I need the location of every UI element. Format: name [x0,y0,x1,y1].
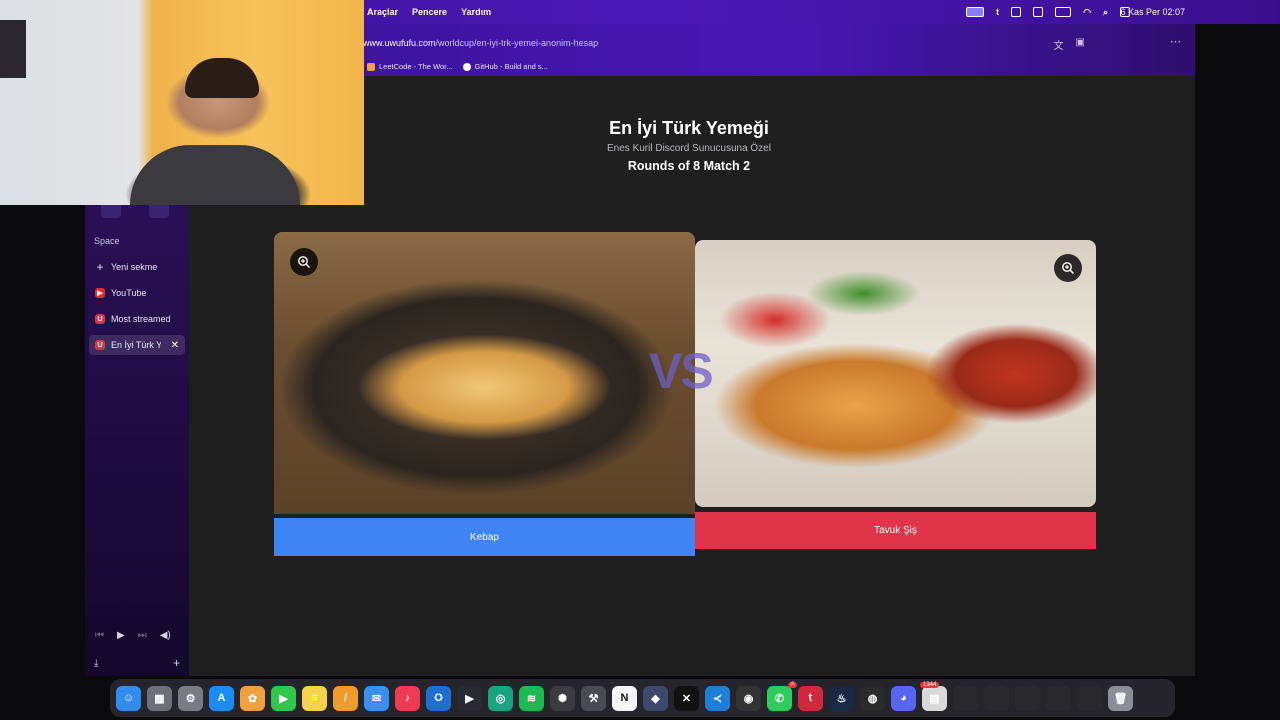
sidebar-item-en-iyi-turk[interactable]: U En İyi Türk Y ✕ [89,335,185,355]
bookmarks-bar: LeetCode - The Wor... GitHub - Build and… [367,62,548,71]
app-store-icon[interactable]: A [209,685,234,711]
obs-icon[interactable]: ◉ [736,685,761,711]
mail-icon[interactable]: ✉ [364,685,389,711]
add-space-icon[interactable]: + [173,656,180,670]
url-domain: www.uwufufu.com [363,38,436,48]
whatsapp-icon[interactable]: ✆ [767,685,792,711]
obs-studio-icon[interactable]: ◍ [860,685,885,711]
uwufufu-icon: U [95,314,105,324]
sidebar-item-label: Yeni sekme [111,262,158,272]
menu-tools[interactable]: Araçlar [367,7,398,17]
sidebar-item-label: Most streamed [111,314,171,324]
menu-help[interactable]: Yardım [461,7,491,17]
search-icon[interactable]: ⌕ [1103,7,1108,18]
download-icon[interactable]: ⤓ [94,658,98,669]
translate-icon[interactable]: 文 [1054,37,1064,52]
space-label: Space [94,236,120,246]
notion-status-icon[interactable] [1033,7,1044,17]
volume-icon[interactable]: ◀) [160,630,171,641]
zoom-in-icon[interactable] [290,248,318,276]
dock: ☺ ▦ ⚙ A ✿ ▶ ≡ / ✉ ♪ O ▶ ◎ ≋ ✺ ⚒ N ◆ ✕ ≺ ◉ ✆ t ♨ ◍ ◕ ▤ 🗑 [110,679,1175,717]
webcam-overlay [0,0,364,205]
status-icons: t ◠ ⌕ [966,7,1130,100]
spotify-icon[interactable]: ≋ [519,685,544,711]
youtube-icon: ▶ [95,288,105,298]
window-thumb-1-icon[interactable] [953,685,978,711]
finder-icon[interactable]: ☺ [116,685,141,711]
reader-icon[interactable]: ▣ [1076,37,1085,52]
facetime-icon[interactable]: ▶ [271,685,296,711]
sidebar-item-label: En İyi Türk Y [111,340,161,350]
wifi-icon[interactable]: ◠ [1083,7,1091,18]
vs-label: VS [649,343,714,399]
url-path: /worldcup/en-iyi-trk-yemei-anonim-hesap [435,38,599,48]
tumblr-icon[interactable]: t [798,685,823,711]
terminal-icon[interactable]: ▶ [457,685,482,711]
more-icon[interactable]: ⋯ [1170,35,1181,48]
sidebar-item-new-tab[interactable]: + Yeni sekme [89,257,185,277]
outlook-icon[interactable]: O [426,685,451,711]
screenshot-icon[interactable] [1011,7,1022,17]
right-choice-image[interactable] [695,240,1096,507]
zoom-in-icon[interactable] [1054,254,1082,282]
screen-mirror-icon[interactable] [966,7,985,17]
settings-icon[interactable]: ⚙ [178,685,203,711]
battery-icon[interactable] [1055,7,1072,17]
openai-icon[interactable]: ✺ [550,685,575,711]
close-icon[interactable]: ✕ [171,340,179,351]
left-choice-image[interactable] [274,232,695,514]
sidebar-item-label: YouTube [111,288,147,298]
music-icon[interactable]: ♪ [395,685,420,711]
discord-icon[interactable]: ◕ [891,685,916,711]
plus-icon: + [96,260,104,274]
window-thumb-3-icon[interactable] [1015,685,1040,711]
media-controls: ⏮ ▶ ⏭ ◀) [95,630,171,641]
browser-sidebar: Space + Yeni sekme ▶ YouTube U Most stre… [85,204,189,676]
sidebar-item-most-streamed[interactable]: U Most streamed [89,309,185,329]
document-icon[interactable]: ▤ [922,685,947,711]
pages-icon[interactable]: / [333,685,358,711]
clock[interactable]: 6 Kas Per 02:07 [1120,7,1185,17]
person-body [130,145,300,205]
screen: Araçlar Pencere Yardım t ◠ ⌕ 6 Kas Per 0… [0,0,1280,720]
trash-icon[interactable]: 🗑 [1108,685,1133,711]
window-thumb-5-icon[interactable] [1077,685,1102,711]
github-icon [462,62,471,71]
steam-icon[interactable]: ♨ [829,685,854,711]
sidebar-top-button[interactable] [101,204,121,218]
capcut-icon[interactable]: ✕ [674,685,699,711]
play-icon[interactable]: ▶ [117,630,125,641]
window-thumb-2-icon[interactable] [984,685,1009,711]
chatgpt-icon[interactable]: ◎ [488,685,513,711]
window-thumb-4-icon[interactable] [1046,685,1071,711]
bookmark-label: GitHub - Build and s... [474,62,548,71]
person-hair [185,58,259,98]
menu-items: Araçlar Pencere Yardım [367,7,491,17]
uwufufu-icon: U [95,340,105,350]
instruments-icon[interactable]: ⚒ [581,685,606,711]
url-field[interactable]: www.uwufufu.com/worldcup/en-iyi-trk-yeme… [363,38,598,48]
discord-badge: 1344 [920,682,940,688]
sidebar-item-youtube[interactable]: ▶ YouTube [89,283,185,303]
wall-poster [0,20,26,78]
next-icon[interactable]: ⏭ [138,630,147,641]
tumblr-status-icon[interactable]: t [996,7,999,17]
choose-right-button[interactable]: Tavuk Şiş [695,512,1096,549]
whatsapp-badge: 8 [788,682,798,688]
bookmark-label: LeetCode - The Wor... [379,62,453,71]
davinci-icon[interactable]: ◆ [643,685,668,711]
sidebar-top-button[interactable] [149,204,169,218]
photos-icon[interactable]: ✿ [240,685,265,711]
bookmark-github[interactable]: GitHub - Build and s... [462,62,548,71]
notes-icon[interactable]: ≡ [302,685,327,711]
launchpad-icon[interactable]: ▦ [147,685,172,711]
menu-window[interactable]: Pencere [412,7,447,17]
leetcode-icon [367,62,375,71]
bookmark-leetcode[interactable]: LeetCode - The Wor... [367,62,453,71]
url-actions: 文 ▣ [1054,37,1085,52]
previous-icon[interactable]: ⏮ [95,630,104,641]
vscode-icon[interactable]: ≺ [705,685,730,711]
choose-left-button[interactable]: Kebap [274,518,695,556]
notion-icon[interactable]: N [612,685,637,711]
